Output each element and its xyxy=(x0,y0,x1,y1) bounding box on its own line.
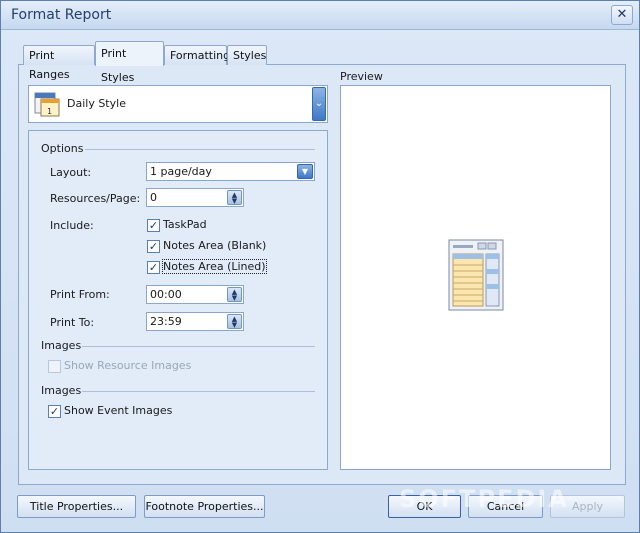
window-title: Format Report xyxy=(11,7,112,23)
include-label: Include: xyxy=(50,219,94,232)
style-select[interactable]: 1 Daily Style ⌄ xyxy=(28,85,328,123)
spin-arrows-icon[interactable]: ▲ ▼ xyxy=(227,287,242,302)
layout-label: Layout: xyxy=(50,166,92,179)
checkbox-empty-icon xyxy=(48,360,61,373)
print-to-value: 23:59 xyxy=(150,315,182,328)
close-button[interactable]: ✕ xyxy=(611,5,633,25)
checkmark-icon: ✓ xyxy=(147,261,160,274)
tab-formatting[interactable]: Formatting xyxy=(164,45,230,65)
report-preview-icon xyxy=(448,239,504,311)
checkmark-icon: ✓ xyxy=(147,240,160,253)
tab-styles[interactable]: Styles xyxy=(227,45,267,65)
images-section-title-1: Images xyxy=(41,339,82,352)
svg-text:1: 1 xyxy=(47,107,52,116)
images-divider-2 xyxy=(82,391,315,392)
chevron-down-icon[interactable]: ▼ xyxy=(297,164,313,179)
format-report-dialog: Format Report ✕ Print Ranges Print Style… xyxy=(0,0,640,533)
images-section-title-2: Images xyxy=(41,384,82,397)
taskpad-label: TaskPad xyxy=(163,218,207,231)
checkmark-icon: ✓ xyxy=(147,219,160,232)
layout-combo-value: 1 page/day xyxy=(150,165,212,178)
tab-print-styles[interactable]: Print Styles xyxy=(95,41,164,84)
print-to-label: Print To: xyxy=(50,316,95,329)
show-resource-images-label: Show Resource Images xyxy=(64,359,192,372)
close-icon: ✕ xyxy=(616,7,628,22)
spin-arrows-icon[interactable]: ▲ ▼ xyxy=(227,314,242,329)
footnote-properties-button[interactable]: Footnote Properties... xyxy=(144,495,265,518)
checkmark-icon: ✓ xyxy=(48,405,61,418)
spin-arrows-icon[interactable]: ▲ ▼ xyxy=(227,190,242,205)
style-select-value: Daily Style xyxy=(67,97,126,110)
preview-area xyxy=(340,85,611,470)
title-properties-button[interactable]: Title Properties... xyxy=(17,495,136,518)
resources-per-page-value: 0 xyxy=(150,191,157,204)
cancel-button[interactable]: Cancel xyxy=(468,495,543,518)
apply-button[interactable]: Apply xyxy=(550,495,625,518)
print-from-value: 00:00 xyxy=(150,288,182,301)
preview-label: Preview xyxy=(340,70,383,83)
chevron-down-icon[interactable]: ⌄ xyxy=(312,87,326,121)
resources-per-page-label: Resources/Page: xyxy=(50,192,141,205)
tab-print-ranges[interactable]: Print Ranges xyxy=(23,45,95,81)
layout-combo[interactable]: 1 page/day ▼ xyxy=(146,162,315,181)
resources-per-page-spinner[interactable]: 0 ▲ ▼ xyxy=(146,188,244,207)
print-from-label: Print From: xyxy=(50,288,110,301)
show-event-images-label: Show Event Images xyxy=(64,404,173,417)
ok-button[interactable]: OK xyxy=(388,495,461,518)
calendar-icon: 1 xyxy=(34,92,60,117)
notes-area-blank-label: Notes Area (Blank) xyxy=(163,239,267,252)
options-divider xyxy=(85,149,315,150)
print-from-field[interactable]: 00:00 ▲ ▼ xyxy=(146,285,244,304)
title-bar[interactable]: Format Report ✕ xyxy=(1,1,639,30)
options-section-title: Options xyxy=(41,142,84,155)
images-divider-1 xyxy=(82,346,315,347)
print-to-field[interactable]: 23:59 ▲ ▼ xyxy=(146,312,244,331)
notes-area-lined-label: Notes Area (Lined) xyxy=(162,259,267,274)
